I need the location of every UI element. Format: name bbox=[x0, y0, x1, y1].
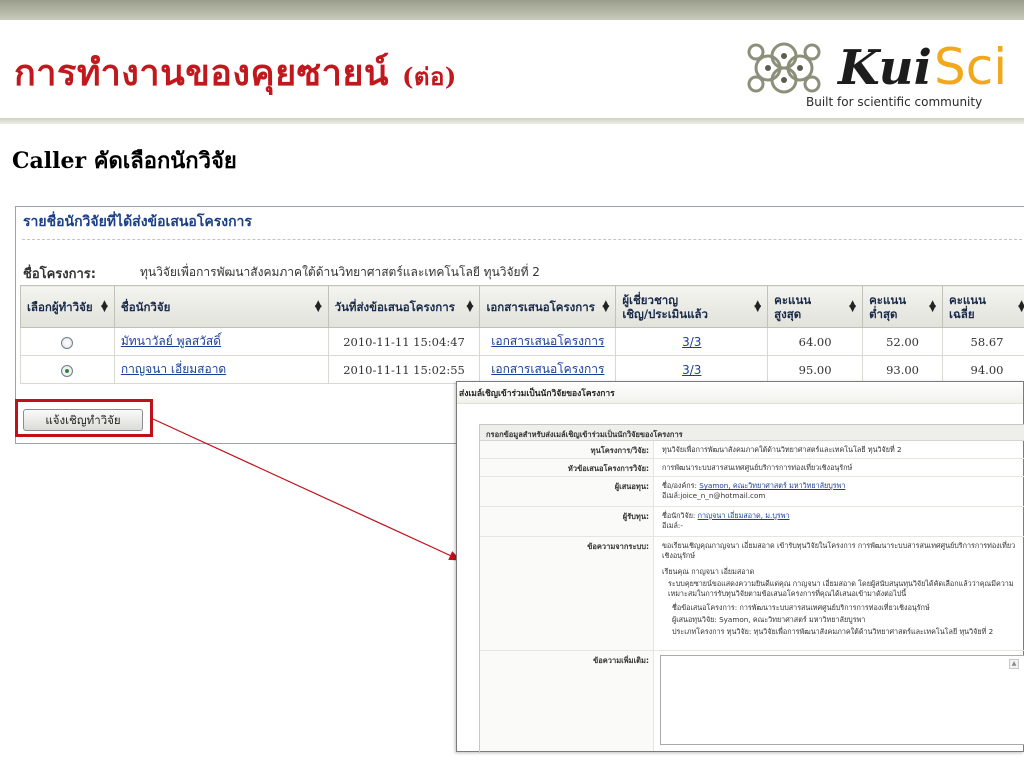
col-header-name[interactable]: ชื่อนักวิจัย ▲ ▼ bbox=[113, 285, 329, 328]
kuisci-logo: Kui Sci Built for scientific community bbox=[738, 26, 1016, 112]
form-section-header: กรอกข้อมูลสำหรับส่งเมล์เชิญเข้าร่วมเป็นน… bbox=[480, 425, 1024, 441]
recipient-label: ผู้รับทุน: bbox=[480, 507, 654, 536]
project-label: ชื่อโครงการ: bbox=[23, 267, 96, 282]
date-cell: 2010-11-11 15:04:47 bbox=[327, 327, 481, 356]
researcher-name-link[interactable]: กาญจนา เอี่ยมสอาด bbox=[121, 362, 226, 376]
panel-header: รายชื่อนักวิจัยที่ได้ส่งข้อเสนอโครงการ bbox=[23, 214, 252, 230]
fund-value: ทุนวิจัยเพื่อการพัฒนาสังคมภาคใต้ด้านวิทย… bbox=[662, 445, 902, 454]
name-cell: มัทนาวัลย์ พูลสวัสดิ์ bbox=[113, 327, 329, 356]
funder-email: อีเมล์:joice_n_n@hotmail.com bbox=[662, 491, 766, 500]
table-row: กาญจนา เอี่ยมสอาด 2010-11-11 15:02:55 เอ… bbox=[20, 355, 1024, 384]
extra-message-textarea[interactable] bbox=[660, 655, 1024, 745]
doc-cell: เอกสารเสนอโครงการ bbox=[479, 355, 617, 384]
invite-email-dialog: ส่งเมล์เชิญเข้าร่วมเป็นนักวิจัยของโครงกา… bbox=[456, 381, 1024, 753]
sort-icon[interactable]: ▲ ▼ bbox=[467, 299, 474, 313]
sort-icon[interactable]: ▲ ▼ bbox=[929, 299, 936, 313]
topic-label: หัวข้อเสนอโครงการวิจัย: bbox=[480, 459, 654, 476]
message-line: ชื่อข้อเสนอโครงการ: การพัฒนาระบบสารสนเทศ… bbox=[672, 603, 930, 612]
form-row-funder: ผู้เสนอทุน: ชื่อ/องค์กร: Syamon, คณะวิทย… bbox=[480, 477, 1024, 507]
experts-link[interactable]: 3/3 bbox=[682, 363, 701, 377]
experts-cell: 3/3 bbox=[615, 327, 769, 356]
sort-icon[interactable]: ▲ ▼ bbox=[849, 299, 856, 313]
select-cell bbox=[20, 355, 115, 384]
select-radio[interactable] bbox=[61, 336, 74, 349]
sort-icon[interactable]: ▲ ▼ bbox=[602, 299, 609, 313]
dialog-form: กรอกข้อมูลสำหรับส่งเมล์เชิญเข้าร่วมเป็นน… bbox=[479, 424, 1024, 753]
col-header-max[interactable]: คะแนน สูงสุด ▲ ▼ bbox=[767, 285, 864, 328]
form-row-message: ข้อความจากระบบ: ขอเรียนเชิญคุณกาญจนา เอี… bbox=[480, 537, 1024, 651]
avg-score-cell: 94.00 bbox=[942, 355, 1024, 384]
funder-name-link[interactable]: Syamon, คณะวิทยาศาสตร์ มหาวิทยาลัยบูรพา bbox=[699, 481, 845, 490]
slide-title-suffix: (ต่อ) bbox=[402, 62, 457, 91]
select-cell bbox=[20, 327, 115, 356]
avg-score-cell: 58.67 bbox=[942, 327, 1024, 356]
name-cell: กาญจนา เอี่ยมสอาด bbox=[113, 355, 329, 384]
experts-cell: 3/3 bbox=[615, 355, 769, 384]
sort-icon[interactable]: ▲ ▼ bbox=[754, 299, 761, 313]
col-header-min[interactable]: คะแนน ต่ำสุด ▲ ▼ bbox=[862, 285, 944, 328]
button-highlight-box bbox=[15, 399, 153, 437]
top-decor-stripe bbox=[0, 0, 1024, 20]
sort-icon[interactable]: ▲ ▼ bbox=[315, 299, 322, 313]
logo-brand-kui: Kui bbox=[836, 40, 932, 96]
sort-icon[interactable]: ▲ ▼ bbox=[101, 299, 108, 313]
table-header-row: เลือกผู้ทำวิจัย ▲ ▼ ชื่อนักวิจัย ▲ ▼ วันที่ส… bbox=[20, 285, 1024, 328]
message-line: ผู้เสนอทุนวิจัย: Syamon, คณะวิทยาศาสตร์ … bbox=[672, 615, 866, 624]
recipient-name-prefix: ชื่อนักวิจัย: bbox=[662, 511, 696, 520]
experts-link[interactable]: 3/3 bbox=[682, 335, 701, 349]
logo-brand-sci: Sci bbox=[934, 38, 1007, 96]
message-line: ประเภทโครงการ ทุนวิจัย: ทุนวิจัยเพื่อการ… bbox=[672, 627, 994, 636]
slide-title-main: การทำงานของคุยซายน์ bbox=[14, 52, 390, 94]
col-header-avg[interactable]: คะแนน เฉลี่ย ▲ ▼ bbox=[942, 285, 1024, 328]
proposal-doc-link[interactable]: เอกสารเสนอโครงการ bbox=[491, 334, 604, 348]
form-row-extra: ข้อความเพิ่มเติม: ▲ bbox=[480, 651, 1024, 751]
system-message: ขอเรียนเชิญคุณกาญจนา เอี่ยมสอาด เข้ารับท… bbox=[660, 537, 1024, 643]
fund-label: ทุนโครงการ/วิจัย: bbox=[480, 441, 654, 458]
table-row: มัทนาวัลย์ พูลสวัสดิ์ 2010-11-11 15:04:4… bbox=[20, 327, 1024, 356]
message-line: ขอเรียนเชิญคุณกาญจนา เอี่ยมสอาด เข้ารับท… bbox=[662, 541, 1016, 560]
funder-name-prefix: ชื่อ/องค์กร: bbox=[662, 481, 697, 490]
title-divider bbox=[0, 118, 1024, 124]
panel-divider bbox=[22, 239, 1022, 240]
min-score-cell: 52.00 bbox=[862, 327, 944, 356]
message-label: ข้อความจากระบบ: bbox=[480, 537, 654, 650]
doc-cell: เอกสารเสนอโครงการ bbox=[479, 327, 617, 356]
min-score-cell: 93.00 bbox=[862, 355, 944, 384]
funder-label: ผู้เสนอทุน: bbox=[480, 477, 654, 506]
form-row-fund: ทุนโครงการ/วิจัย: ทุนวิจัยเพื่อการพัฒนาส… bbox=[480, 441, 1024, 459]
sort-icon[interactable]: ▲ ▼ bbox=[1018, 299, 1024, 313]
researcher-table: เลือกผู้ทำวิจัย ▲ ▼ ชื่อนักวิจัย ▲ ▼ วันที่ส… bbox=[20, 285, 1024, 384]
col-header-date[interactable]: วันที่ส่งข้อเสนอโครงการ ▲ ▼ bbox=[327, 285, 481, 328]
scroll-up-icon[interactable]: ▲ bbox=[1009, 659, 1019, 669]
funder-value: ชื่อ/องค์กร: Syamon, คณะวิทยาศาสตร์ มหาว… bbox=[660, 477, 1024, 505]
extra-label: ข้อความเพิ่มเติม: bbox=[480, 651, 654, 751]
recipient-email: อีเมล์:- bbox=[662, 521, 683, 530]
date-cell: 2010-11-11 15:02:55 bbox=[327, 355, 481, 384]
message-line: เรียนคุณ กาญจนา เอี่ยมสอาด bbox=[662, 567, 755, 576]
proposal-doc-link[interactable]: เอกสารเสนอโครงการ bbox=[491, 362, 604, 376]
researcher-name-link[interactable]: มัทนาวัลย์ พูลสวัสดิ์ bbox=[121, 334, 221, 348]
project-value: ทุนวิจัยเพื่อการพัฒนาสังคมภาคใต้ด้านวิทย… bbox=[140, 265, 540, 279]
form-row-recipient: ผู้รับทุน: ชื่อนักวิจัย: กาญจนา เอี่ยมสอ… bbox=[480, 507, 1024, 537]
max-score-cell: 64.00 bbox=[767, 327, 864, 356]
message-line: ระบบคุยซายน์ขอแสดงความยินดีแด่คุณ กาญจนา… bbox=[668, 579, 1014, 598]
topic-value: การพัฒนาระบบสารสนเทศศูนย์บริการการท่องเท… bbox=[662, 463, 853, 472]
select-radio[interactable] bbox=[61, 364, 74, 377]
logo-tagline: Built for scientific community bbox=[806, 95, 982, 109]
slide-subtitle: Caller คัดเลือกนักวิจัย bbox=[12, 148, 237, 174]
recipient-name-link[interactable]: กาญจนา เอี่ยมสอาด, ม.บูรพา bbox=[698, 511, 790, 520]
kuisci-logo-mark: Kui Sci Built for scientific community bbox=[747, 38, 1007, 109]
recipient-value: ชื่อนักวิจัย: กาญจนา เอี่ยมสอาด, ม.บูรพา… bbox=[660, 507, 1024, 535]
col-header-select[interactable]: เลือกผู้ทำวิจัย ▲ ▼ bbox=[20, 285, 115, 328]
col-header-experts[interactable]: ผู้เชี่ยวชาญ เชิญ/ประเมินแล้ว ▲ ▼ bbox=[615, 285, 769, 328]
dialog-title: ส่งเมล์เชิญเข้าร่วมเป็นนักวิจัยของโครงกา… bbox=[457, 382, 1023, 404]
col-header-doc[interactable]: เอกสารเสนอโครงการ ▲ ▼ bbox=[479, 285, 617, 328]
form-row-topic: หัวข้อเสนอโครงการวิจัย: การพัฒนาระบบสารส… bbox=[480, 459, 1024, 477]
slide-title: การทำงานของคุยซายน์ (ต่อ) bbox=[14, 44, 457, 101]
max-score-cell: 95.00 bbox=[767, 355, 864, 384]
